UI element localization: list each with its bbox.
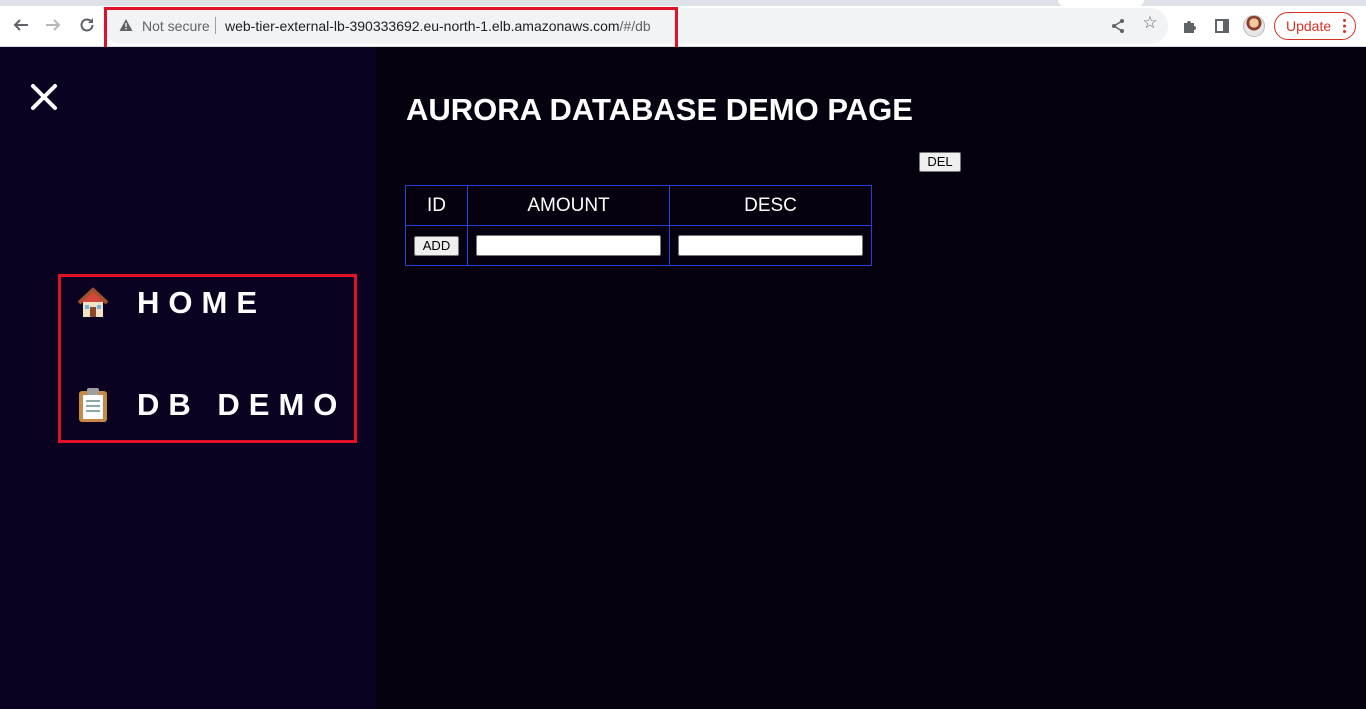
puzzle-icon [1184, 21, 1196, 33]
add-button[interactable]: ADD [414, 235, 459, 256]
add-cell: ADD [405, 225, 468, 266]
share-button[interactable] [1109, 17, 1127, 35]
amount-input[interactable] [476, 235, 661, 256]
forward-button[interactable] [42, 14, 64, 36]
reload-button[interactable] [76, 14, 98, 36]
sidebar-item-home[interactable]: HOME [75, 283, 266, 323]
extensions-button[interactable] [1181, 17, 1199, 35]
share-icon [1112, 19, 1124, 33]
delete-button[interactable]: DEL [919, 152, 961, 172]
desc-cell [669, 225, 872, 266]
update-label: Update [1286, 18, 1332, 34]
bookmark-button[interactable]: ☆ [1141, 13, 1159, 33]
clipboard-icon [75, 385, 111, 425]
column-header-desc: DESC [669, 185, 872, 226]
back-button[interactable] [10, 14, 32, 36]
tab-strip [0, 0, 1366, 6]
db-table: ID AMOUNT DESC ADD [405, 185, 872, 266]
star-icon: ☆ [1142, 13, 1158, 33]
arrow-right-icon [46, 19, 61, 31]
column-header-id: ID [405, 185, 468, 226]
close-icon[interactable] [29, 82, 59, 112]
arrow-left-icon [13, 19, 28, 31]
sidebar-item-label: DB DEMO [137, 387, 347, 422]
sidebar-item-label: HOME [137, 285, 266, 320]
active-tab-edge [1058, 0, 1144, 6]
table-row: ADD [405, 225, 872, 266]
profile-avatar[interactable] [1243, 15, 1265, 37]
side-panel-button[interactable] [1213, 17, 1231, 35]
update-button[interactable]: Update [1274, 12, 1356, 40]
browser-toolbar: Not secure web-tier-external-lb-39033369… [0, 0, 1366, 51]
sidebar-item-db-demo[interactable]: DB DEMO [75, 385, 346, 425]
reload-icon [80, 18, 94, 32]
column-header-amount: AMOUNT [467, 185, 670, 226]
house-icon [75, 283, 111, 323]
table-header-row: ID AMOUNT DESC [405, 185, 872, 226]
side-panel-icon [1215, 19, 1229, 33]
url-highlight-box [104, 7, 678, 51]
amount-cell [467, 225, 670, 266]
main-content [376, 47, 1366, 709]
desc-input[interactable] [678, 235, 863, 256]
page-title: AURORA DATABASE DEMO PAGE [406, 92, 913, 127]
kebab-menu-icon [1343, 19, 1346, 33]
